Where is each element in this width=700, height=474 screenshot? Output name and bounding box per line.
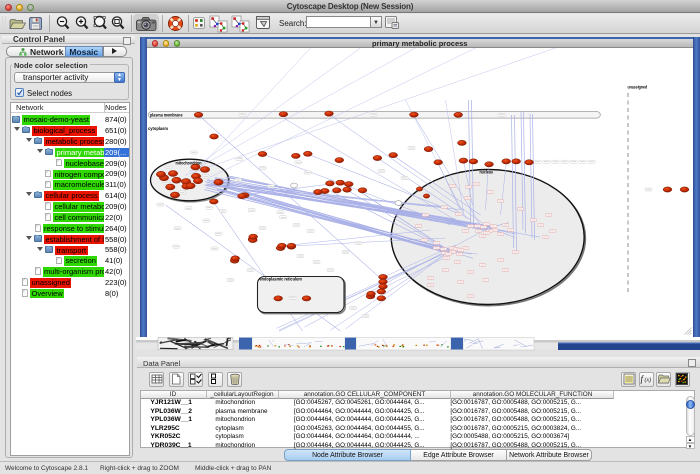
- svg-text:mitochondrion: mitochondrion: [175, 161, 201, 166]
- svg-text:nucleus: nucleus: [479, 170, 493, 175]
- svg-text:endoplasmic reticulum: endoplasmic reticulum: [259, 277, 301, 282]
- svg-text:(x): (x): [645, 377, 652, 384]
- svg-text:cytoplasm: cytoplasm: [148, 126, 168, 131]
- svg-text:plasma membrane: plasma membrane: [150, 112, 183, 117]
- svg-text:unassigned: unassigned: [627, 85, 647, 90]
